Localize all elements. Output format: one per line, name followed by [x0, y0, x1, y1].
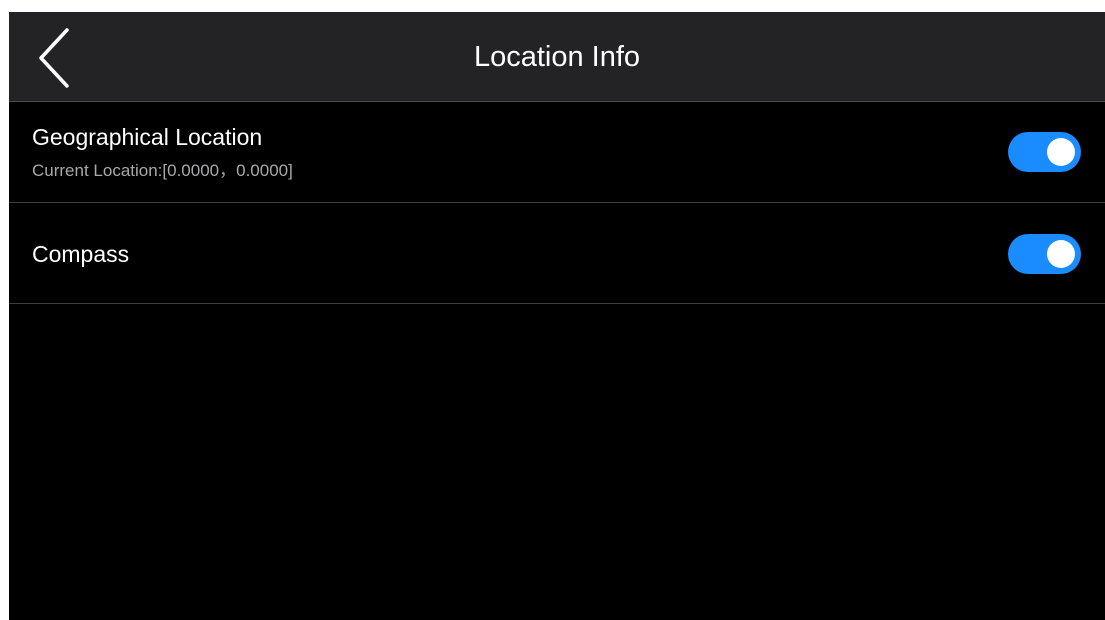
setting-label: Compass	[32, 241, 130, 267]
toggle-knob	[1047, 240, 1075, 268]
setting-row-compass: Compass	[9, 203, 1105, 304]
geographical-location-toggle[interactable]	[1008, 132, 1081, 172]
header-bar: Location Info	[9, 12, 1105, 102]
setting-label: Geographical Location	[32, 124, 263, 150]
compass-toggle[interactable]	[1008, 234, 1081, 274]
location-info-screen: Location Info Geographical Location Curr…	[9, 12, 1105, 620]
page-title: Location Info	[473, 41, 641, 73]
current-location-text: Current Location:[0.0000，0.0000]	[32, 161, 293, 180]
toggle-knob	[1047, 138, 1075, 166]
setting-row-geographical-location: Geographical Location Current Location:[…	[9, 102, 1105, 203]
